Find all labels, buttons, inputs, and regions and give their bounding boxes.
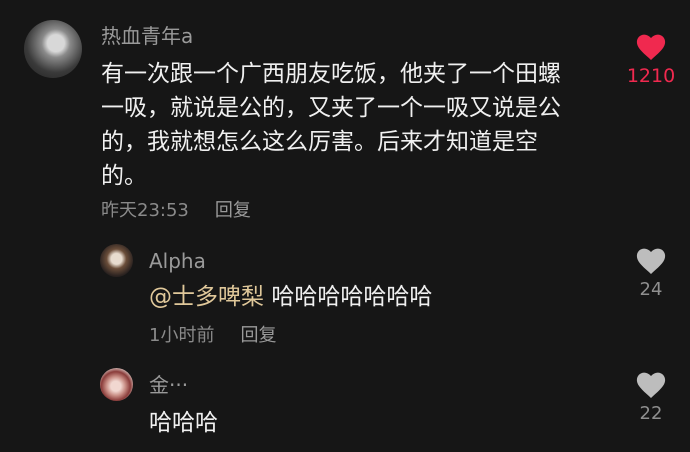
reply-button[interactable]: 回复 [215,200,251,221]
comment-timestamp: 昨天23:53 [101,200,189,221]
comment-timestamp: 1小时前 [149,325,215,346]
comment-meta: 昨天23:53 回复 [101,200,251,222]
avatar[interactable] [100,244,133,277]
comment-username[interactable]: 金··· [149,373,188,397]
comment-text-line: 一吸，就说是公的，又夹了一个一吸又说是公 [101,95,561,121]
heart-icon [636,372,666,399]
like-count: 22 [639,403,663,424]
heart-icon [636,248,666,275]
comment-username[interactable]: Alpha [149,249,206,273]
reply-text: @士多啤梨 哈哈哈哈哈哈哈 [149,280,432,314]
avatar[interactable] [100,368,133,401]
avatar[interactable] [24,20,82,78]
like-count: 24 [639,279,663,300]
comment-text-line: 的。 [101,163,147,189]
comment-text-line: 的，我就想怎么这么厉害。后来才知道是空 [101,129,538,155]
reply-button[interactable]: 回复 [240,325,276,346]
reply-content: 哈哈哈哈哈哈哈 [271,284,433,310]
comment-meta: 1小时前 回复 [149,325,276,347]
reply-content: 哈哈哈 [149,410,218,436]
like-button[interactable]: 22 [623,372,679,425]
heart-filled-icon [636,34,666,61]
like-count: 1210 [626,65,676,87]
mention-link[interactable]: @士多啤梨 [149,284,264,310]
comment-username[interactable]: 热血青年a [101,24,193,48]
comment-text-line: 有一次跟一个广西朋友吃饭，他夹了一个田螺 [101,61,561,87]
like-button[interactable]: 1210 [623,34,679,87]
like-button[interactable]: 24 [623,248,679,301]
